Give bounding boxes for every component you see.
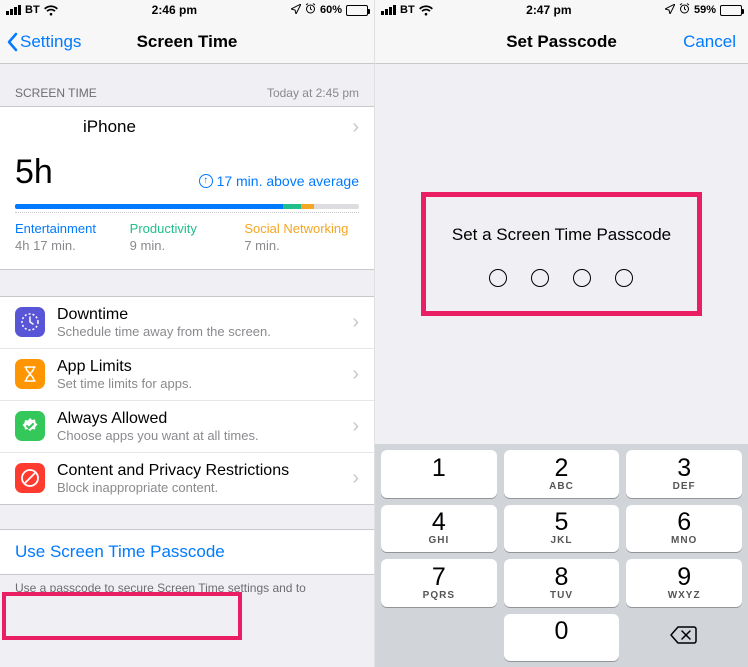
numeric-keypad: 1 2ABC 3DEF 4GHI 5JKL 6MNO 7PQRS 8TUV 9W…	[375, 444, 748, 667]
section-asof: Today at 2:45 pm	[267, 86, 359, 100]
alarm-icon	[679, 3, 690, 17]
signal-icon	[6, 5, 21, 15]
passcode-prompt: Set a Screen Time Passcode	[452, 225, 671, 245]
signal-icon	[381, 5, 396, 15]
menu-downtime[interactable]: Downtime Schedule time away from the scr…	[0, 297, 374, 348]
status-time: 2:46 pm	[152, 3, 197, 17]
usage-summary[interactable]: 5h ↑ 17 min. above average Entertainment…	[0, 147, 374, 269]
alarm-icon	[305, 3, 316, 17]
highlight-frame	[2, 592, 242, 640]
section-header-screentime: SCREEN TIME Today at 2:45 pm	[0, 64, 374, 106]
page-title: Screen Time	[137, 32, 238, 52]
key-9[interactable]: 9WXYZ	[626, 559, 742, 607]
phone-screen-time: BT 2:46 pm 60% Settings Screen Time SC	[0, 0, 374, 667]
chevron-right-icon: ›	[352, 364, 359, 384]
above-average: ↑ 17 min. above average	[199, 173, 359, 189]
checkmark-icon	[15, 411, 45, 441]
key-3[interactable]: 3DEF	[626, 450, 742, 498]
key-7[interactable]: 7PQRS	[381, 559, 497, 607]
category-social: Social Networking 7 min.	[244, 221, 359, 255]
battery-icon	[720, 5, 742, 16]
hourglass-icon	[15, 359, 45, 389]
battery-icon	[346, 5, 368, 16]
device-name: iPhone	[15, 117, 136, 137]
key-1[interactable]: 1	[381, 450, 497, 498]
chevron-right-icon: ›	[352, 416, 359, 436]
pin-dot	[489, 269, 507, 287]
highlight-frame: Set a Screen Time Passcode	[421, 192, 702, 316]
backspace-icon	[670, 625, 698, 650]
chevron-left-icon	[6, 32, 18, 52]
passcode-dots	[452, 269, 671, 287]
menu-content[interactable]: Content and Privacy Restrictions Block i…	[0, 452, 374, 504]
key-5[interactable]: 5JKL	[504, 505, 620, 553]
menu-applimits[interactable]: App Limits Set time limits for apps. ›	[0, 348, 374, 400]
footer-note: Use a passcode to secure Screen Time set…	[0, 575, 374, 595]
chevron-right-icon: ›	[352, 468, 359, 488]
pin-dot	[573, 269, 591, 287]
wifi-icon	[419, 5, 433, 16]
section-label: SCREEN TIME	[15, 86, 97, 100]
key-6[interactable]: 6MNO	[626, 505, 742, 553]
wifi-icon	[44, 5, 58, 16]
category-entertainment: Entertainment 4h 17 min.	[15, 221, 130, 255]
phone-set-passcode: BT 2:47 pm 59% Set Passcode Cancel Set a…	[374, 0, 748, 667]
pin-dot	[531, 269, 549, 287]
device-row[interactable]: iPhone ›	[0, 107, 374, 147]
key-0[interactable]: 0	[504, 614, 620, 662]
battery-pct: 60%	[320, 4, 342, 16]
usage-bar	[15, 204, 359, 209]
back-button[interactable]: Settings	[6, 32, 81, 52]
no-entry-icon	[15, 463, 45, 493]
key-blank	[381, 614, 497, 662]
cancel-button[interactable]: Cancel	[683, 32, 736, 52]
status-bar: BT 2:46 pm 60%	[0, 0, 374, 20]
use-passcode-button[interactable]: Use Screen Time Passcode	[0, 530, 374, 574]
nav-bar: Settings Screen Time	[0, 20, 374, 64]
battery-pct: 59%	[694, 4, 716, 16]
location-icon	[665, 4, 675, 17]
up-arrow-icon: ↑	[199, 174, 213, 188]
carrier-label: BT	[400, 4, 415, 16]
status-bar: BT 2:47 pm 59%	[375, 0, 748, 20]
page-title: Set Passcode	[506, 32, 617, 52]
nav-bar: Set Passcode Cancel	[375, 20, 748, 64]
menu-allowed[interactable]: Always Allowed Choose apps you want at a…	[0, 400, 374, 452]
key-8[interactable]: 8TUV	[504, 559, 620, 607]
category-productivity: Productivity 9 min.	[130, 221, 245, 255]
chevron-right-icon: ›	[352, 312, 359, 332]
status-time: 2:47 pm	[526, 3, 571, 17]
carrier-label: BT	[25, 4, 40, 16]
use-passcode-link: Use Screen Time Passcode	[0, 530, 374, 574]
total-time: 5h	[15, 153, 53, 192]
chevron-right-icon: ›	[352, 117, 359, 137]
key-backspace[interactable]	[626, 614, 742, 662]
downtime-icon	[15, 307, 45, 337]
location-icon	[291, 4, 301, 17]
pin-dot	[615, 269, 633, 287]
back-label: Settings	[20, 32, 81, 52]
key-4[interactable]: 4GHI	[381, 505, 497, 553]
key-2[interactable]: 2ABC	[504, 450, 620, 498]
